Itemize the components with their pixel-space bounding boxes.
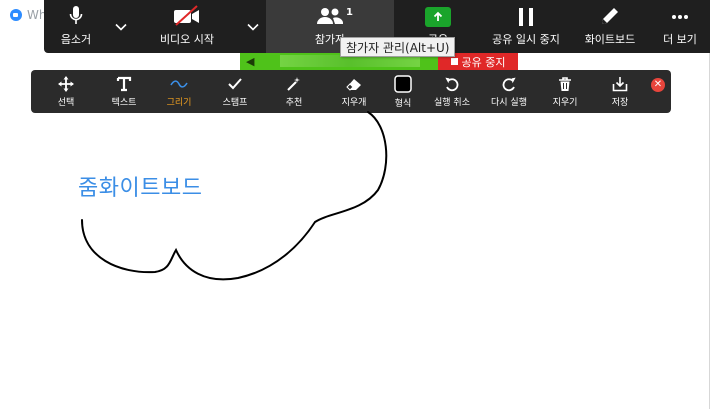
mute-label: 음소거 — [60, 33, 92, 46]
draw-icon — [170, 79, 188, 88]
tool-clear[interactable]: 지우기 — [537, 70, 593, 113]
tool-label: 스탬프 — [222, 97, 248, 108]
pin-icon: ◀ — [246, 55, 255, 68]
magic-wand-icon — [287, 76, 300, 91]
tool-text[interactable]: 텍스트 — [97, 70, 151, 113]
mute-button[interactable]: 음소거 — [44, 0, 108, 53]
whiteboard-label: 화이트보드 — [584, 33, 636, 46]
pause-share-button[interactable]: 공유 일시 중지 — [482, 0, 570, 53]
tool-draw[interactable]: 그리기 — [151, 70, 207, 113]
tool-undo[interactable]: 실행 취소 — [423, 70, 481, 113]
video-off-icon — [174, 5, 199, 26]
pause-icon — [519, 8, 533, 26]
tool-save[interactable]: 저장 — [593, 70, 647, 113]
tool-spotlight[interactable]: 추천 — [263, 70, 325, 113]
chevron-up-icon — [115, 23, 127, 31]
tool-format[interactable]: 형식 — [383, 70, 423, 113]
whiteboard-text: 줌화이트보드 — [78, 176, 203, 201]
close-annotation-button[interactable]: ✕ — [651, 78, 665, 92]
more-dots-icon — [672, 15, 688, 19]
undo-icon — [445, 77, 459, 91]
more-button[interactable]: 더 보기 — [650, 0, 710, 53]
tool-label: 저장 — [611, 97, 629, 108]
share-screen-icon — [425, 7, 451, 27]
audio-options-button[interactable] — [108, 0, 134, 53]
format-icon — [394, 74, 412, 93]
trash-icon — [559, 76, 571, 91]
tool-redo[interactable]: 다시 실행 — [481, 70, 537, 113]
save-icon — [612, 76, 628, 91]
eraser-icon — [346, 78, 361, 91]
start-video-button[interactable]: 비디오 시작 — [134, 0, 240, 53]
tool-label: 추천 — [285, 97, 303, 108]
participants-count: 1 — [346, 7, 353, 18]
tool-select[interactable]: 선택 — [35, 70, 97, 113]
stop-share-label: 공유 중지 — [461, 55, 506, 69]
tool-label: 지우기 — [552, 97, 578, 108]
redo-icon — [502, 77, 516, 91]
pencil-icon — [602, 8, 618, 24]
move-icon — [58, 75, 74, 92]
tool-label: 텍스트 — [111, 97, 137, 108]
close-icon: ✕ — [653, 79, 663, 90]
tooltip-text: 참가자 관리(Alt+U) — [346, 40, 450, 55]
tool-label: 다시 실행 — [491, 97, 527, 108]
pause-share-label: 공유 일시 중지 — [492, 33, 560, 46]
tool-eraser[interactable]: 지우개 — [325, 70, 383, 113]
more-label: 더 보기 — [663, 33, 697, 46]
stop-icon — [450, 58, 458, 65]
checkmark-icon — [228, 77, 242, 89]
microphone-icon — [69, 6, 83, 24]
video-options-button[interactable] — [240, 0, 266, 53]
tool-label: 선택 — [57, 97, 75, 108]
tool-label: 형식 — [394, 98, 412, 109]
zoom-logo-icon — [10, 9, 22, 21]
whiteboard-button[interactable]: 화이트보드 — [570, 0, 650, 53]
annotation-toolbar: 선택 텍스트 그리기 스탬프 추천 지우개 형식 실행 취소 다시 실행 지우기… — [31, 70, 671, 113]
start-video-label: 비디오 시작 — [159, 33, 215, 46]
tool-stamp[interactable]: 스탬프 — [207, 70, 263, 113]
tool-label: 그리기 — [166, 97, 192, 108]
chevron-up-icon — [247, 23, 259, 31]
participants-icon — [317, 8, 344, 24]
tool-label: 지우개 — [341, 97, 367, 108]
tool-label: 실행 취소 — [434, 97, 470, 108]
text-icon — [116, 76, 132, 91]
participants-tooltip: 참가자 관리(Alt+U) — [340, 37, 456, 57]
